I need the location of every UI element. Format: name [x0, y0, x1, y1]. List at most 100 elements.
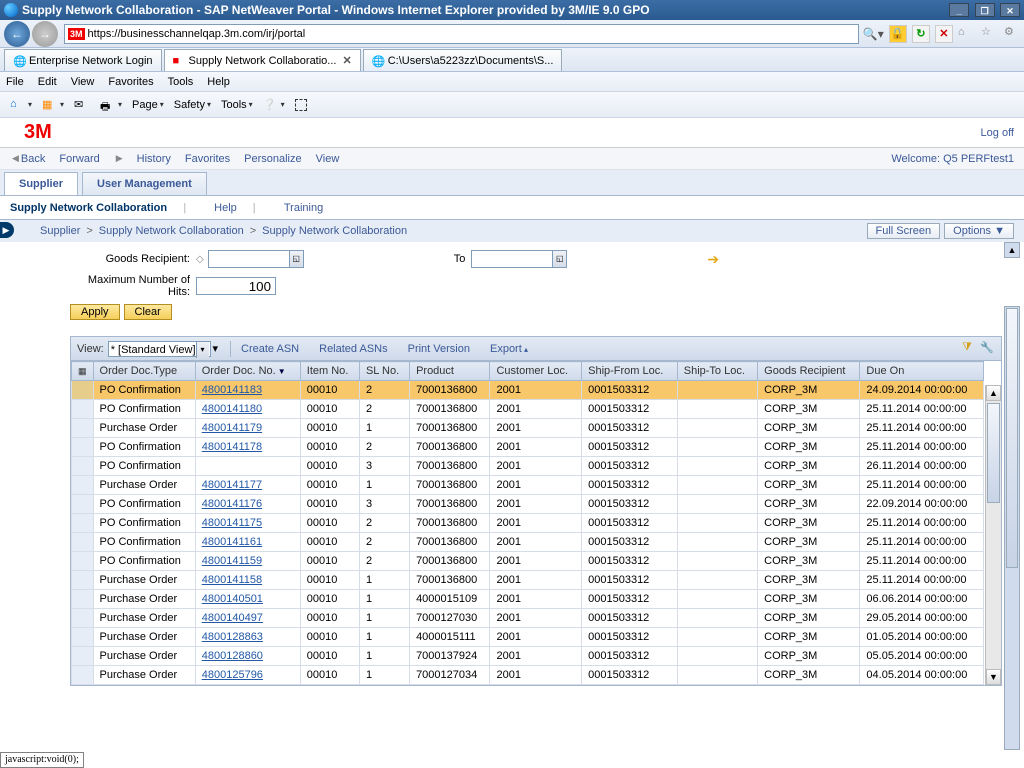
nav-personalize[interactable]: Personalize: [244, 153, 301, 165]
cell-order-doc-no[interactable]: 4800141175: [195, 514, 300, 533]
scroll-up-icon[interactable]: ▲: [1004, 242, 1020, 258]
home-icon[interactable]: ⌂: [958, 26, 974, 42]
row-selector[interactable]: [72, 438, 94, 457]
tab-user-management[interactable]: User Management: [82, 172, 207, 195]
select-all-header[interactable]: ▦: [72, 362, 94, 381]
col-ship-from-loc[interactable]: Ship-From Loc.: [582, 362, 678, 381]
doc-link[interactable]: 4800141177: [202, 479, 262, 491]
col-sl-no[interactable]: SL No.: [359, 362, 409, 381]
col-item-no[interactable]: Item No.: [300, 362, 359, 381]
menu-favorites[interactable]: Favorites: [108, 76, 153, 88]
col-order-doc-no[interactable]: Order Doc. No.▼: [195, 362, 300, 381]
cell-order-doc-no[interactable]: 4800140497: [195, 609, 300, 628]
cmd-help-icon[interactable]: ❔: [259, 96, 289, 114]
multiple-selection-icon[interactable]: ➔: [707, 251, 719, 268]
doc-link[interactable]: 4800141159: [202, 555, 262, 567]
table-row[interactable]: PO Confirmation4800141176000103700013680…: [72, 495, 984, 514]
table-row[interactable]: PO Confirmation4800141180000102700013680…: [72, 400, 984, 419]
doc-link[interactable]: 4800140501: [202, 593, 263, 605]
close-button[interactable]: ✕: [1000, 3, 1020, 17]
cmd-page[interactable]: Page: [128, 97, 168, 113]
row-selector[interactable]: [72, 590, 94, 609]
table-row[interactable]: Purchase Order48001411580001017000136800…: [72, 571, 984, 590]
tab-close-icon[interactable]: ✕: [342, 54, 351, 67]
scroll-up-icon[interactable]: ▲: [986, 385, 1001, 401]
options-button[interactable]: Options ▼: [944, 223, 1014, 239]
cmd-select-icon[interactable]: [291, 97, 313, 113]
submenu-training[interactable]: Training: [284, 202, 323, 214]
row-selector[interactable]: [72, 457, 94, 476]
menu-edit[interactable]: Edit: [38, 76, 57, 88]
table-row[interactable]: Purchase Order48001257960001017000127034…: [72, 666, 984, 685]
browser-tab-2[interactable]: 🌐C:\Users\a5223zz\Documents\S...: [363, 49, 563, 71]
doc-link[interactable]: 4800141183: [202, 384, 262, 396]
table-row[interactable]: PO Confirmation4800141175000102700013680…: [72, 514, 984, 533]
goods-recipient-to-input[interactable]: ◱: [471, 250, 567, 268]
breadcrumb-0[interactable]: Supplier: [40, 225, 80, 237]
cmd-print-icon[interactable]: 🖶: [96, 96, 126, 114]
nav-forward[interactable]: Forward: [59, 153, 99, 165]
doc-link[interactable]: 4800141176: [202, 498, 262, 510]
row-selector[interactable]: [72, 514, 94, 533]
value-help-icon[interactable]: ◱: [552, 251, 566, 267]
table-row[interactable]: Purchase Order48001288600001017000137924…: [72, 647, 984, 666]
cmd-mail-icon[interactable]: ✉: [70, 96, 94, 114]
tab-supplier[interactable]: Supplier: [4, 172, 78, 195]
cmd-tools[interactable]: Tools: [217, 97, 257, 113]
breadcrumb-1[interactable]: Supply Network Collaboration: [99, 225, 244, 237]
max-hits-input[interactable]: [196, 277, 276, 295]
cell-order-doc-no[interactable]: [195, 457, 300, 476]
nav-favorites[interactable]: Favorites: [185, 153, 230, 165]
table-row[interactable]: Purchase Order48001404970001017000127030…: [72, 609, 984, 628]
minimize-button[interactable]: _: [949, 3, 969, 17]
stop-icon[interactable]: ✕: [935, 25, 953, 43]
row-selector[interactable]: [72, 533, 94, 552]
row-selector[interactable]: [72, 419, 94, 438]
menu-view[interactable]: View: [71, 76, 95, 88]
browser-tab-0[interactable]: 🌐Enterprise Network Login: [4, 49, 162, 71]
expand-panel-icon[interactable]: ▶: [0, 222, 14, 238]
menu-tools[interactable]: Tools: [168, 76, 194, 88]
nav-fwd-arrow-icon[interactable]: ▶: [116, 153, 123, 164]
cell-order-doc-no[interactable]: 4800125796: [195, 666, 300, 685]
doc-link[interactable]: 4800141180: [202, 403, 262, 415]
favorites-star-icon[interactable]: ☆: [981, 25, 997, 41]
row-selector[interactable]: [72, 609, 94, 628]
menu-file[interactable]: File: [6, 76, 24, 88]
menu-help[interactable]: Help: [207, 76, 230, 88]
table-row[interactable]: PO Confirmation4800141178000102700013680…: [72, 438, 984, 457]
cell-order-doc-no[interactable]: 4800141177: [195, 476, 300, 495]
doc-link[interactable]: 4800125796: [202, 669, 263, 681]
table-row[interactable]: PO Confirmation0001037000136800200100015…: [72, 457, 984, 476]
cell-order-doc-no[interactable]: 4800128860: [195, 647, 300, 666]
cell-order-doc-no[interactable]: 4800141180: [195, 400, 300, 419]
row-selector[interactable]: [72, 571, 94, 590]
table-row[interactable]: Purchase Order48001411790001017000136800…: [72, 419, 984, 438]
cell-order-doc-no[interactable]: 4800141176: [195, 495, 300, 514]
col-goods-recipient[interactable]: Goods Recipient: [758, 362, 860, 381]
cell-order-doc-no[interactable]: 4800141161: [195, 533, 300, 552]
doc-link[interactable]: 4800128863: [202, 631, 263, 643]
cell-order-doc-no[interactable]: 4800141159: [195, 552, 300, 571]
table-row[interactable]: PO Confirmation4800141183000102700013680…: [72, 381, 984, 400]
row-selector[interactable]: [72, 476, 94, 495]
settings-gear-icon[interactable]: ⚙: [1004, 25, 1020, 41]
scrollbar-thumb[interactable]: [987, 403, 1000, 503]
submenu-help[interactable]: Help: [214, 202, 237, 214]
lock-icon[interactable]: 🔒: [889, 25, 907, 43]
row-selector[interactable]: [72, 647, 94, 666]
back-button[interactable]: ←: [4, 21, 30, 47]
nav-back-arrow-icon[interactable]: ◀: [12, 153, 19, 164]
row-selector[interactable]: [72, 495, 94, 514]
goods-recipient-from-input[interactable]: ◱: [208, 250, 304, 268]
fullscreen-button[interactable]: Full Screen: [867, 223, 941, 239]
cell-order-doc-no[interactable]: 4800141158: [195, 571, 300, 590]
doc-link[interactable]: 4800141158: [202, 574, 262, 586]
submenu-title[interactable]: Supply Network Collaboration: [10, 202, 167, 214]
table-row[interactable]: PO Confirmation4800141159000102700013680…: [72, 552, 984, 571]
row-selector[interactable]: [72, 381, 94, 400]
scrollbar-thumb[interactable]: [1006, 308, 1018, 568]
browser-tab-1[interactable]: ■Supply Network Collaboratio...✕: [164, 49, 361, 71]
cell-order-doc-no[interactable]: 4800141183: [195, 381, 300, 400]
doc-link[interactable]: 4800141179: [202, 422, 262, 434]
